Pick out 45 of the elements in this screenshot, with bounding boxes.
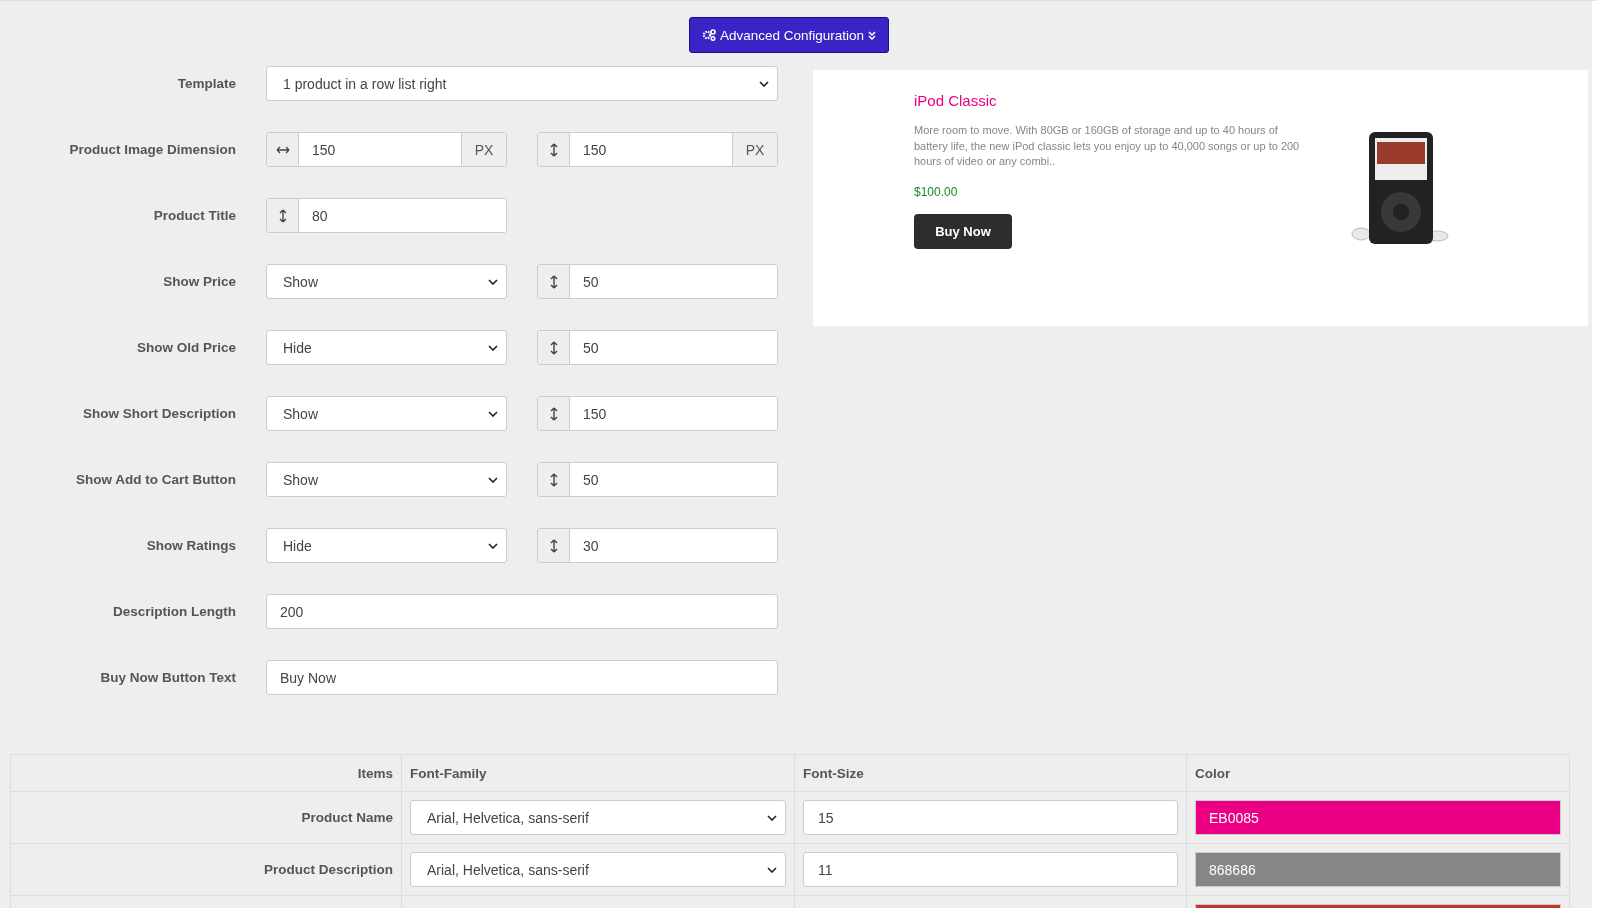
item-label: Product Description [264,862,393,877]
visibility-select[interactable]: Show [266,264,507,299]
chevron-down-icon [488,476,498,483]
chevron-down-icon [488,344,498,351]
chevron-down-icon [767,814,777,821]
chevron-down-icon [488,278,498,285]
product-description: More room to move. With 80GB or 160GB of storage and up to 40 hours of battery life, the new iPod classic lets you enjoy up to 40,000 songs or up to 200 hours of video or any combi.. [914,123,1301,169]
color-input[interactable]: EB0085 [1195,800,1561,835]
field-label: Show Old Price [135,340,236,355]
visibility-select[interactable]: Show [266,462,507,497]
field-label: Show Add to Cart Button [75,472,236,487]
font-size-input[interactable]: 15 [803,800,1178,835]
field-label: Show Short Description [82,406,236,421]
font-family-select[interactable]: Arial, Helvetica, sans-serif [410,800,786,835]
double-chevron-icon [868,30,877,40]
visibility-select[interactable]: Hide [266,330,507,365]
visibility-select[interactable]: Show [266,396,507,431]
chevron-down-icon [767,866,777,873]
advanced-configuration-button[interactable]: Advanced Configuration [688,17,890,53]
font-size-input[interactable]: 11 [803,852,1178,887]
chevron-down-icon [759,80,769,87]
chevron-down-icon [488,410,498,417]
buy-now-button[interactable]: Buy Now [914,213,1012,249]
field-label: Show Ratings [145,538,236,553]
field-label: Product Title [152,208,236,223]
product-price: $100.00 [914,184,959,199]
template-select[interactable]: 1 product in a row list right [266,66,778,101]
chevron-down-icon [488,542,498,549]
column-header: Color [1186,755,1569,792]
field-label: Show Price [162,274,236,289]
text-input[interactable]: 200 [266,594,778,629]
color-input[interactable]: 868686 [1195,852,1561,887]
column-header: Font-Family [401,755,794,792]
column-header: Items [11,755,401,792]
product-title: iPod Classic [914,92,998,109]
field-label: Template [176,76,236,91]
text-input[interactable]: Buy Now [266,660,778,695]
item-label: Product Name [301,810,393,825]
gears-icon [701,29,716,41]
column-header: Font-Size [794,755,1186,792]
field-label: Description Length [112,604,236,619]
visibility-select[interactable]: Hide [266,528,507,563]
font-family-select[interactable]: Arial, Helvetica, sans-serif [410,852,786,887]
field-label: Buy Now Button Text [99,670,236,685]
field-label: Product Image Dimension [68,142,236,157]
